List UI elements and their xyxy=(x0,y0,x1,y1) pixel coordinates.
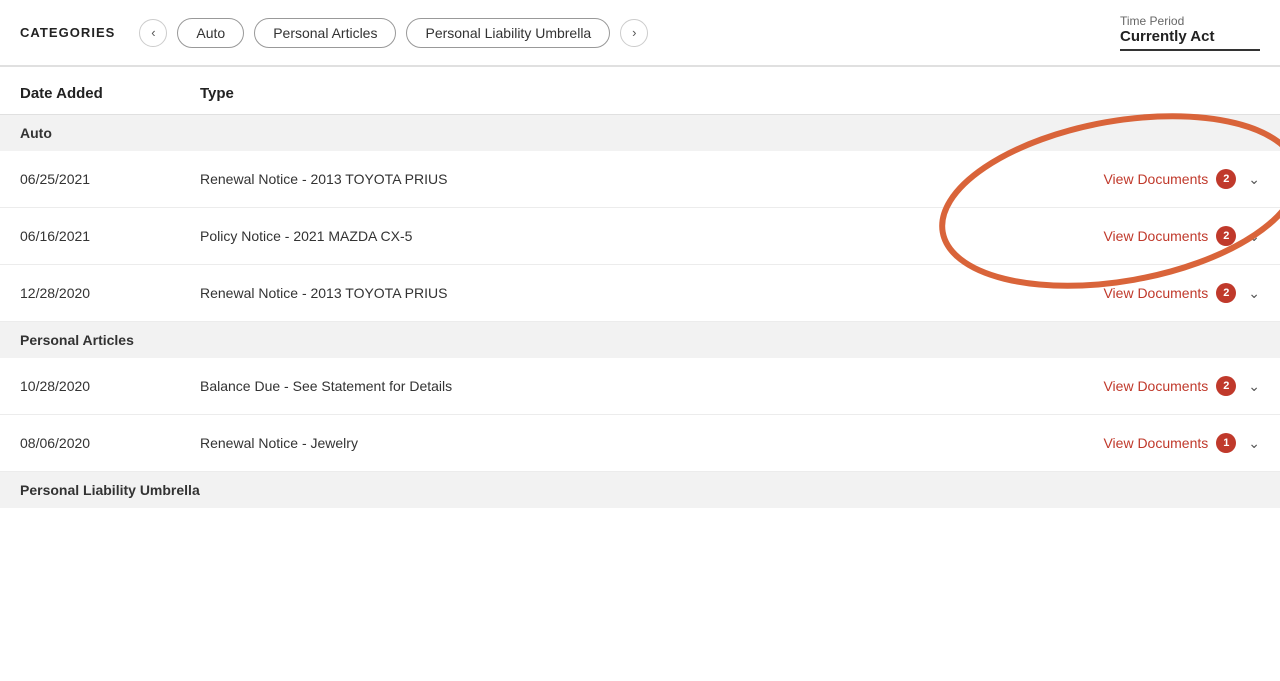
category-tabs: Auto Personal Articles Personal Liabilit… xyxy=(177,18,610,48)
table-row: 06/16/2021 Policy Notice - 2021 MAZDA CX… xyxy=(0,208,1280,265)
document-count-badge: 2 xyxy=(1216,226,1236,246)
document-count-badge: 2 xyxy=(1216,376,1236,396)
chevron-down-icon[interactable]: ⌄ xyxy=(1248,285,1260,302)
action-cell: View Documents 2 ⌄ xyxy=(1040,283,1260,303)
tab-auto[interactable]: Auto xyxy=(177,18,244,48)
section-personal-articles: Personal Articles xyxy=(0,322,1280,358)
col-date-header: Date Added xyxy=(20,85,200,102)
col-action-header xyxy=(1040,85,1260,102)
section-personal-liability-umbrella: Personal Liability Umbrella xyxy=(0,472,1280,508)
next-arrow-button[interactable]: › xyxy=(620,19,648,47)
next-arrow-icon: › xyxy=(632,25,636,40)
view-documents-link[interactable]: View Documents xyxy=(1103,285,1208,301)
date-cell: 08/06/2020 xyxy=(20,435,200,451)
table-row: 08/06/2020 Renewal Notice - Jewelry View… xyxy=(0,415,1280,472)
document-count-badge: 1 xyxy=(1216,433,1236,453)
action-cell: View Documents 2 ⌄ xyxy=(1040,169,1260,189)
table-header: Date Added Type xyxy=(0,67,1280,115)
type-cell: Renewal Notice - 2013 TOYOTA PRIUS xyxy=(200,171,1040,187)
document-count-badge: 2 xyxy=(1216,169,1236,189)
chevron-down-icon[interactable]: ⌄ xyxy=(1248,228,1260,245)
view-documents-link[interactable]: View Documents xyxy=(1103,435,1208,451)
table-row: 10/28/2020 Balance Due - See Statement f… xyxy=(0,358,1280,415)
time-period-section: Time Period Currently Act xyxy=(1120,14,1260,51)
document-count-badge: 2 xyxy=(1216,283,1236,303)
date-cell: 06/25/2021 xyxy=(20,171,200,187)
time-period-value: Currently Act xyxy=(1120,28,1214,45)
date-cell: 06/16/2021 xyxy=(20,228,200,244)
time-period-label: Time Period xyxy=(1120,14,1260,28)
action-cell: View Documents 2 ⌄ xyxy=(1040,376,1260,396)
view-documents-link[interactable]: View Documents xyxy=(1103,228,1208,244)
header-bar: CATEGORIES ‹ Auto Personal Articles Pers… xyxy=(0,0,1280,66)
type-cell: Renewal Notice - 2013 TOYOTA PRIUS xyxy=(200,285,1040,301)
action-cell: View Documents 1 ⌄ xyxy=(1040,433,1260,453)
date-cell: 10/28/2020 xyxy=(20,378,200,394)
chevron-down-icon[interactable]: ⌄ xyxy=(1248,171,1260,188)
type-cell: Policy Notice - 2021 MAZDA CX-5 xyxy=(200,228,1040,244)
table-row: 12/28/2020 Renewal Notice - 2013 TOYOTA … xyxy=(0,265,1280,322)
type-cell: Balance Due - See Statement for Details xyxy=(200,378,1040,394)
col-type-header: Type xyxy=(200,85,1040,102)
tab-personal-articles[interactable]: Personal Articles xyxy=(254,18,396,48)
chevron-down-icon[interactable]: ⌄ xyxy=(1248,378,1260,395)
prev-arrow-icon: ‹ xyxy=(151,25,155,40)
table-row: 06/25/2021 Renewal Notice - 2013 TOYOTA … xyxy=(0,151,1280,208)
tab-personal-liability-umbrella[interactable]: Personal Liability Umbrella xyxy=(406,18,610,48)
chevron-down-icon[interactable]: ⌄ xyxy=(1248,435,1260,452)
categories-label: CATEGORIES xyxy=(20,25,115,40)
page-wrapper: CATEGORIES ‹ Auto Personal Articles Pers… xyxy=(0,0,1280,508)
type-cell: Renewal Notice - Jewelry xyxy=(200,435,1040,451)
action-cell: View Documents 2 ⌄ xyxy=(1040,226,1260,246)
view-documents-link[interactable]: View Documents xyxy=(1103,378,1208,394)
view-documents-link[interactable]: View Documents xyxy=(1103,171,1208,187)
section-auto: Auto xyxy=(0,115,1280,151)
prev-arrow-button[interactable]: ‹ xyxy=(139,19,167,47)
date-cell: 12/28/2020 xyxy=(20,285,200,301)
table-container: Date Added Type Auto 06/25/2021 Renewal … xyxy=(0,67,1280,508)
